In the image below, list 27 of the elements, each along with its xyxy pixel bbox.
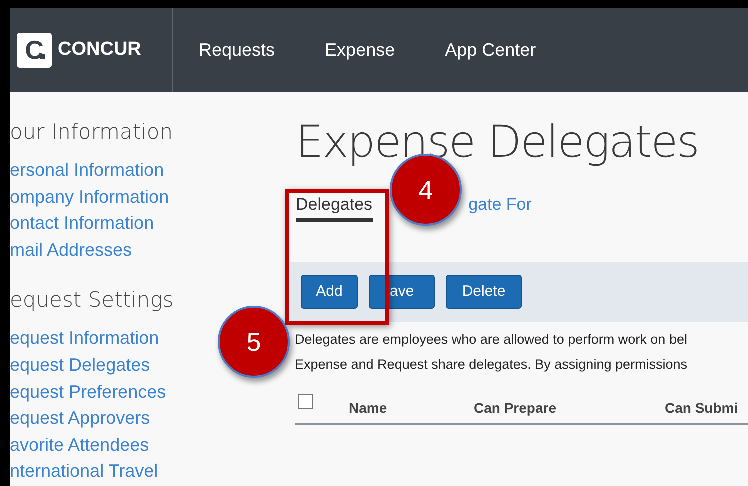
column-header: Can Submi: [665, 399, 738, 418]
tab[interactable]: Delegates: [296, 192, 373, 222]
toolbar-button[interactable]: Delete: [446, 275, 522, 309]
select-all-checkbox[interactable]: [298, 394, 313, 409]
sidebar-link[interactable]: equest Approvers: [10, 405, 150, 432]
toolbar-button[interactable]: ave: [369, 275, 435, 309]
sidebar-link[interactable]: ontact Information: [10, 210, 154, 237]
sidebar-link[interactable]: avorite Attendees: [10, 432, 150, 458]
toolbar-button[interactable]: Add: [301, 275, 358, 309]
nav-link[interactable]: Expense: [325, 36, 396, 64]
logo-text: CONCUR: [58, 38, 142, 62]
section-heading: equest Settings: [10, 288, 175, 312]
nav-link[interactable]: Requests: [199, 36, 276, 64]
sidebar-link[interactable]: ompany Information: [10, 184, 170, 210]
description-text: Delegates are employees who are allowed to perform work on bel: [295, 331, 688, 348]
sidebar-link[interactable]: mail Addresses: [10, 236, 132, 264]
sidebar-link[interactable]: equest Information: [10, 325, 160, 352]
sidebar-link[interactable]: equest Delegates: [10, 352, 150, 379]
sidebar-link[interactable]: nternational Travel: [10, 458, 158, 485]
column-header: Can Prepare: [474, 399, 556, 418]
column-header: Name: [349, 399, 388, 418]
section-heading: our Information: [10, 120, 174, 144]
nav-link[interactable]: App Center: [445, 36, 536, 64]
description-text: Expense and Request share delegates. By assigning permissions: [295, 356, 688, 373]
tab[interactable]: gate For: [468, 192, 532, 222]
sidebar-link[interactable]: ersonal Information: [10, 157, 164, 184]
sidebar-link[interactable]: equest Preferences: [10, 378, 166, 406]
